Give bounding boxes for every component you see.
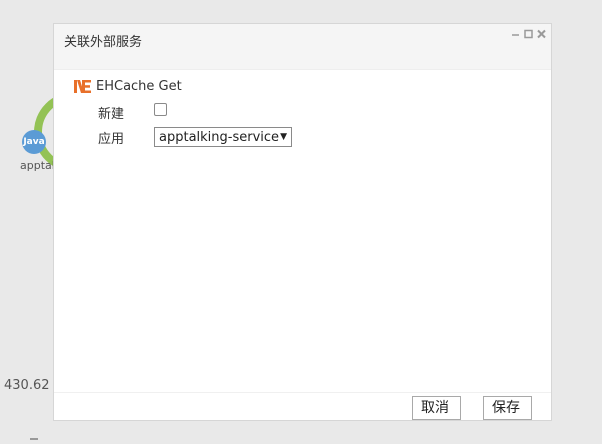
java-icon: Java: [22, 130, 46, 154]
dialog-body: EHCache Get 新建 应用 apptalking-service ▼: [54, 70, 551, 392]
minimize-icon[interactable]: [510, 28, 521, 40]
new-checkbox[interactable]: [154, 103, 167, 116]
cancel-button[interactable]: 取消: [412, 396, 461, 420]
application-select-value: apptalking-service: [159, 129, 280, 145]
metric-value: 430.62: [4, 378, 50, 393]
ehcache-icon: [74, 79, 91, 94]
dialog-header: 关联外部服务: [54, 24, 551, 70]
service-header: EHCache Get: [74, 79, 182, 94]
background-dash: [30, 438, 38, 440]
maximize-icon[interactable]: [523, 28, 534, 40]
application-label: 应用: [98, 131, 125, 147]
application-select[interactable]: apptalking-service ▼: [154, 127, 292, 147]
window-controls: [510, 28, 547, 40]
close-icon[interactable]: [536, 28, 547, 40]
new-row: 新建: [98, 103, 167, 122]
caret-down-icon: ▼: [280, 132, 287, 142]
link-external-service-dialog: 关联外部服务 EHCache Get 新建 应用 apptalking-serv…: [53, 23, 552, 421]
service-name: EHCache Get: [96, 79, 182, 94]
dialog-footer: 取消 保存: [54, 392, 551, 420]
save-button[interactable]: 保存: [483, 396, 532, 420]
new-label: 新建: [98, 107, 125, 122]
application-row: 应用 apptalking-service ▼: [98, 127, 292, 147]
dialog-title: 关联外部服务: [64, 35, 143, 50]
